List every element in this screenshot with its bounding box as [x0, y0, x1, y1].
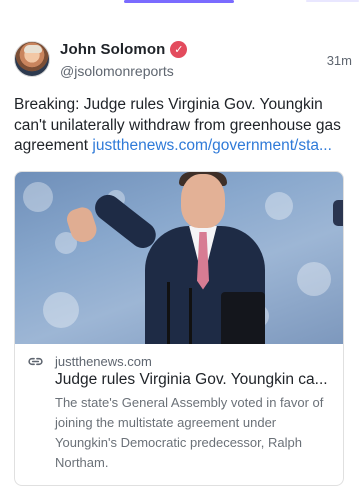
author-name[interactable]: John Solomon [60, 41, 165, 58]
link-description: The state's General Assembly voted in fa… [55, 394, 324, 470]
author-row: John Solomon ✓ [60, 41, 188, 58]
link-preview-card[interactable]: justthenews.com Judge rules Virginia Gov… [14, 170, 344, 486]
link-preview-body: justthenews.com Judge rules Virginia Gov… [15, 344, 343, 485]
author-handle[interactable]: @jsolomonreports [60, 63, 174, 79]
link-preview-image [15, 171, 343, 344]
avatar[interactable] [14, 41, 50, 77]
post[interactable]: John Solomon ✓ @jsolomonreports 31m Brea… [14, 38, 352, 486]
link-domain: justthenews.com [55, 353, 152, 369]
post-link[interactable]: justthenews.com/government/sta... [92, 137, 332, 154]
post-text: Breaking: Judge rules Virginia Gov. Youn… [14, 95, 344, 157]
inactive-tab-indicator [306, 0, 359, 2]
post-header: John Solomon ✓ @jsolomonreports 31m [14, 38, 352, 86]
verified-badge-icon: ✓ [170, 41, 188, 58]
link-domain-row: justthenews.com [27, 353, 331, 370]
active-tab-indicator [124, 0, 234, 3]
post-timestamp: 31m [326, 53, 352, 68]
top-tab-indicators [0, 0, 359, 6]
link-icon [27, 353, 44, 370]
link-title: Judge rules Virginia Gov. Youngkin ca... [55, 370, 328, 388]
